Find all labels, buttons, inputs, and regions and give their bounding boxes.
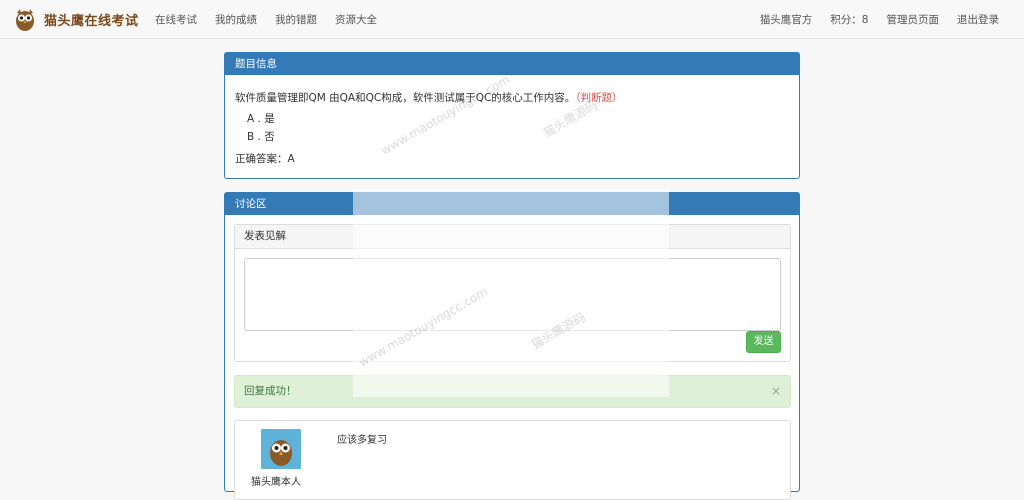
close-icon[interactable]: × [771, 376, 781, 407]
question-panel: 题目信息 软件质量管理即QM 由QA和QC构成，软件测试属于QC的核心工作内容。… [224, 52, 800, 179]
post-card: 发表见解 发送 [234, 224, 791, 362]
question-stem-text: 软件质量管理即QM 由QA和QC构成，软件测试属于QC的核心工作内容。 [235, 92, 576, 104]
success-alert-text: 回复成功！ [244, 385, 297, 397]
nav-points: 积分：8 [830, 13, 869, 26]
question-panel-heading: 题目信息 [225, 53, 799, 75]
reply-author: 猫头鹰本人 [251, 477, 301, 488]
nav-link-logout[interactable]: 退出登录 [948, 12, 1008, 27]
reply-card: 猫头鹰本人 应该多复习 [234, 420, 791, 500]
discussion-panel: 讨论区 发表见解 发送 回复成功！ × 猫头鹰本人 应该多复习 [224, 192, 800, 500]
nav-link-resources[interactable]: 资源大全 [326, 12, 386, 27]
avatar [261, 429, 301, 469]
correct-answer: 正确答案：A [235, 153, 295, 165]
nav-right: 猫头鹰官方 积分：8 管理员页面 退出登录 [751, 0, 1008, 38]
success-alert: 回复成功！ × [234, 375, 791, 408]
question-stem: 软件质量管理即QM 由QA和QC构成，软件测试属于QC的核心工作内容。（判断题） [235, 90, 623, 105]
send-button[interactable]: 发送 [746, 331, 781, 353]
nav-link-online-exam[interactable]: 在线考试 [146, 12, 206, 27]
nav-link-admin[interactable]: 管理员页面 [878, 12, 949, 27]
discussion-panel-heading: 讨论区 [225, 193, 799, 215]
nav-link-my-scores[interactable]: 我的成绩 [206, 12, 266, 27]
option-a: A . 是 [247, 113, 275, 125]
nav-link-official[interactable]: 猫头鹰官方 [751, 12, 822, 27]
question-type: （判断题） [575, 92, 623, 104]
nav-link-my-mistakes[interactable]: 我的错题 [266, 12, 326, 27]
post-card-heading: 发表见解 [235, 225, 790, 249]
nav-left: 在线考试 我的成绩 我的错题 资源大全 [146, 0, 386, 38]
owl-logo-icon [16, 9, 34, 31]
option-b: B . 否 [247, 131, 275, 143]
brand-title: 猫头鹰在线考试 [44, 13, 139, 29]
reply-content: 应该多复习 [337, 435, 387, 446]
brand[interactable]: 猫头鹰在线考试 [12, 6, 139, 32]
comment-textarea[interactable] [244, 258, 781, 331]
navbar: 猫头鹰在线考试 在线考试 我的成绩 我的错题 资源大全 猫头鹰官方 积分：8 管… [0, 0, 1024, 39]
